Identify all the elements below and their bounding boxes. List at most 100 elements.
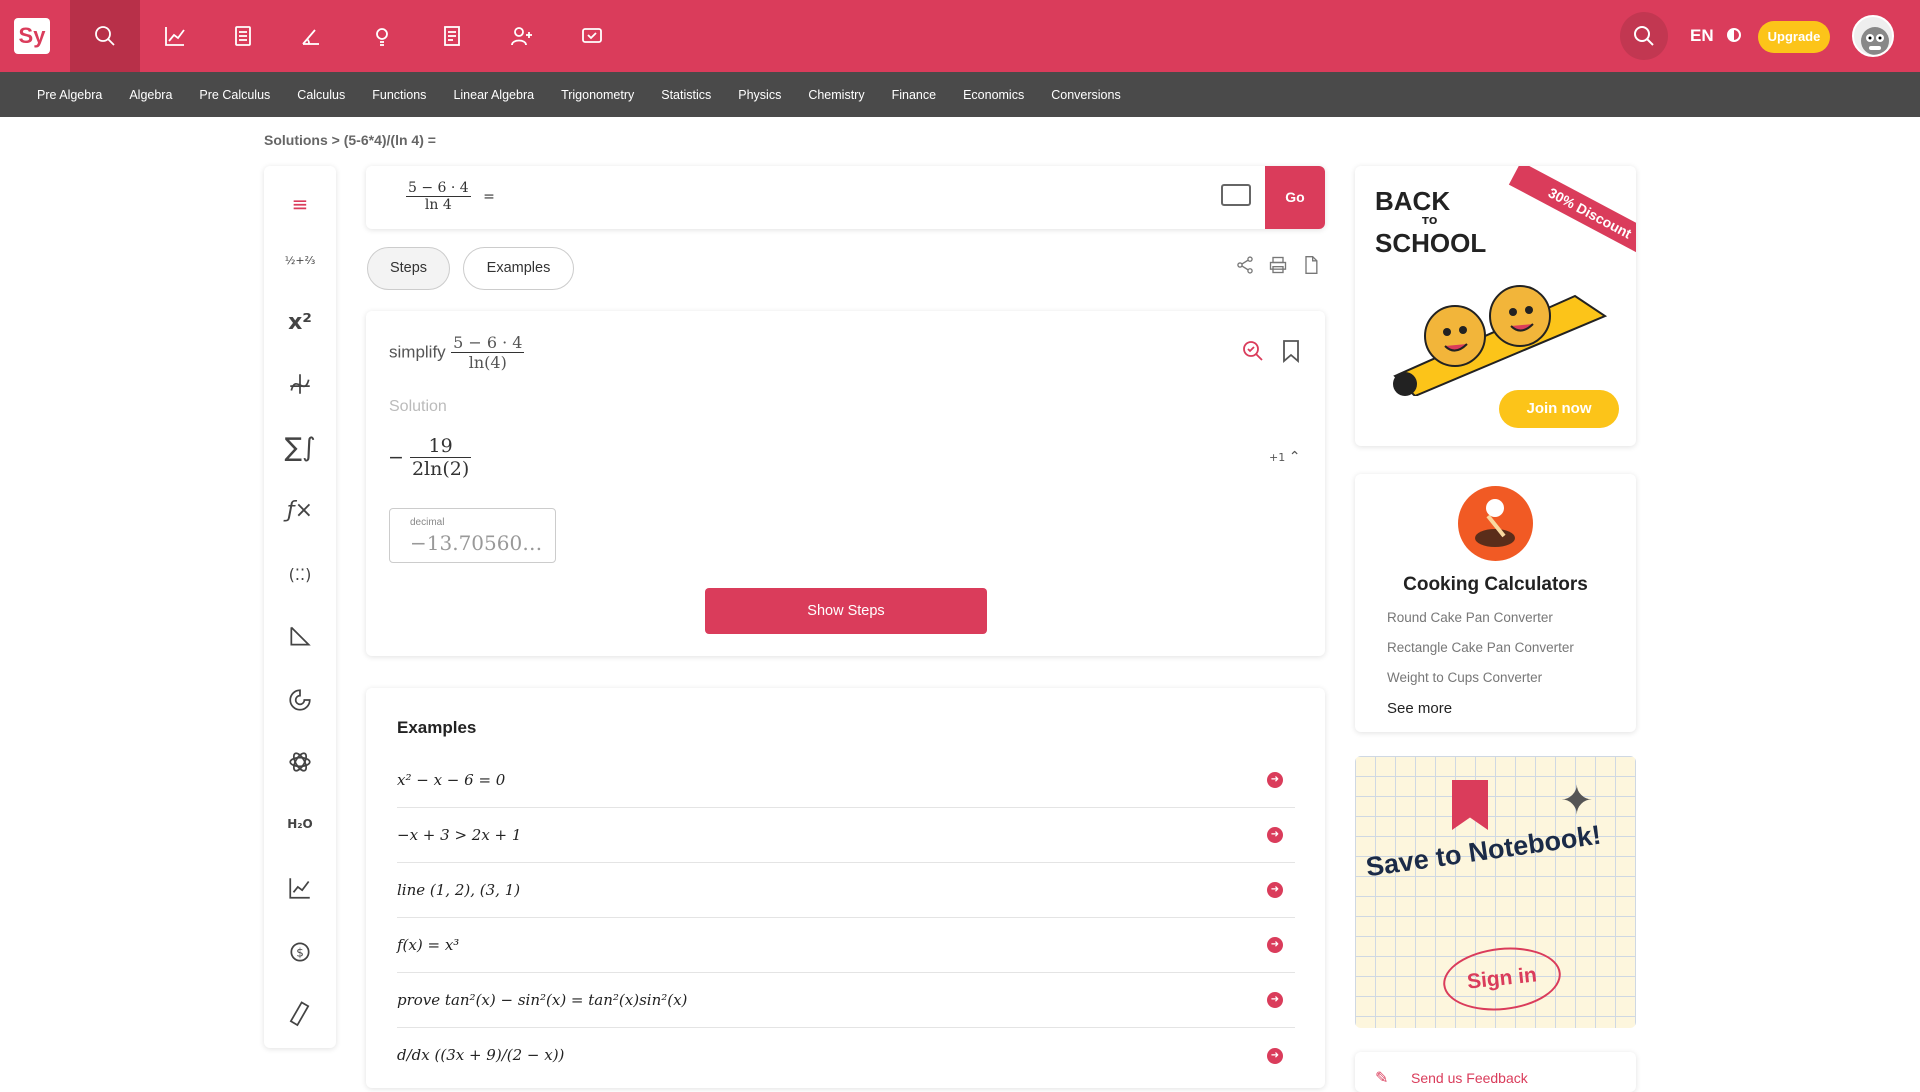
practice-icon[interactable]	[557, 0, 627, 72]
bookmark-icon	[1452, 780, 1488, 830]
subnav-item[interactable]: Trigonometry	[561, 88, 634, 102]
cooking-link[interactable]: Weight to Cups Converter	[1387, 670, 1542, 685]
solution-answer: − 19 2ln(2)	[388, 435, 472, 480]
statistics-icon[interactable]	[264, 680, 336, 720]
input-expression[interactable]: 5 − 6 · 4 ln 4 =	[406, 180, 495, 213]
physics-icon[interactable]	[264, 742, 336, 782]
print-icon[interactable]	[1268, 255, 1288, 275]
ad-heading-school: SCHOOL	[1375, 228, 1487, 258]
arrow-right-icon: ➜	[1267, 827, 1283, 843]
example-row[interactable]: −x + 3 > 2x + 1 ➜	[397, 808, 1295, 863]
search-icon[interactable]	[70, 0, 140, 72]
join-now-button[interactable]: Join now	[1499, 390, 1619, 428]
subnav-item[interactable]: Algebra	[129, 88, 172, 102]
input-numerator: 5 − 6 · 4	[406, 180, 471, 197]
chemistry-icon[interactable]: H₂O	[264, 804, 336, 844]
see-more-link[interactable]: See more	[1387, 700, 1452, 717]
avatar[interactable]	[1852, 15, 1894, 57]
pencil-characters-illustration	[1393, 285, 1608, 396]
global-search-button[interactable]	[1620, 12, 1668, 60]
keyboard-icon[interactable]	[1221, 184, 1251, 206]
example-row[interactable]: prove tan²(x) − sin²(x) = tan²(x)sin²(x)…	[397, 973, 1295, 1028]
geometry-icon[interactable]	[276, 0, 346, 72]
trigonometry-icon[interactable]	[264, 616, 336, 656]
answer-numerator: 19	[409, 435, 472, 458]
example-expression: prove tan²(x) − sin²(x) = tan²(x)sin²(x)	[397, 991, 688, 1009]
sign-in-button[interactable]: Sign in	[1440, 942, 1564, 1016]
math-input[interactable]: 5 − 6 · 4 ln 4 =	[366, 166, 1325, 229]
upgrade-button[interactable]: Upgrade	[1758, 21, 1830, 53]
cooking-link[interactable]: Round Cake Pan Converter	[1387, 610, 1553, 625]
decimal-result: decimal −13.70560…	[389, 508, 556, 563]
cooking-link[interactable]: Rectangle Cake Pan Converter	[1387, 640, 1574, 655]
arrow-right-icon: ➜	[1267, 937, 1283, 953]
example-row[interactable]: x² − x − 6 = 0 ➜	[397, 753, 1295, 808]
graph-icon[interactable]	[140, 0, 210, 72]
problem-denominator: ln(4)	[468, 353, 507, 372]
logo[interactable]: Sy	[14, 18, 50, 54]
tools-sidebar: ≡ ½+⅔ x² ∑∫ ƒ× (⁚⁚) H₂O $	[264, 166, 336, 1048]
solution-label: Solution	[389, 398, 447, 415]
chart-icon[interactable]	[264, 868, 336, 908]
subnav-item[interactable]: Economics	[963, 88, 1024, 102]
search-icon	[1634, 26, 1654, 46]
bookmark-icon[interactable]	[1281, 339, 1301, 363]
feedback-card[interactable]: ✎ Send us Feedback	[1355, 1052, 1636, 1092]
user-group-icon[interactable]	[487, 0, 557, 72]
calculator-icon[interactable]	[208, 0, 278, 72]
examples-title: Examples	[397, 718, 477, 737]
answer-denominator: 2ln(2)	[411, 458, 470, 480]
feedback-icon: ✎	[1375, 1068, 1389, 1087]
subnav-item[interactable]: Physics	[738, 88, 781, 102]
share-icon[interactable]	[1235, 255, 1255, 275]
verify-icon[interactable]	[1241, 339, 1265, 363]
arrow-right-icon: ➜	[1267, 772, 1283, 788]
svg-text:$: $	[296, 945, 304, 959]
subnav-item[interactable]: Functions	[372, 88, 426, 102]
discount-ribbon: 30% Discount	[1508, 166, 1636, 265]
tab-steps[interactable]: Steps	[367, 247, 450, 290]
contrast-toggle-icon[interactable]	[1727, 28, 1741, 42]
conversions-icon[interactable]	[264, 994, 336, 1034]
notebook-icon[interactable]	[417, 0, 487, 72]
pdf-icon[interactable]	[1301, 255, 1321, 275]
matrix-icon[interactable]: (⁚⁚)	[264, 554, 336, 594]
show-steps-button[interactable]: Show Steps	[705, 588, 987, 634]
menu-icon[interactable]: ≡	[264, 184, 336, 224]
fractions-icon[interactable]: ½+⅔	[264, 240, 336, 280]
save-to-notebook-ad[interactable]: ✦ Save to Notebook! Sign in	[1355, 756, 1636, 1028]
example-expression: −x + 3 > 2x + 1	[397, 826, 522, 844]
example-row[interactable]: f(x) = x³ ➜	[397, 918, 1295, 973]
answer-sign: −	[388, 446, 404, 469]
subnav-item[interactable]: Statistics	[661, 88, 711, 102]
subnav-item[interactable]: Calculus	[297, 88, 345, 102]
example-row[interactable]: d/dx ((3x + 9)/(2 − x)) ➜	[397, 1028, 1295, 1083]
input-equals: =	[483, 188, 495, 205]
breadcrumb[interactable]: Solutions > (5-6*4)/(ln 4) =	[264, 132, 436, 148]
subnav-item[interactable]: Chemistry	[808, 88, 864, 102]
decimal-label: decimal	[410, 517, 445, 528]
arrow-right-icon: ➜	[1267, 882, 1283, 898]
subnav-item[interactable]: Linear Algebra	[453, 88, 534, 102]
solution-card: simplify 5 − 6 · 4 ln(4) Solution − 19 2ln…	[366, 311, 1325, 656]
function-icon[interactable]: ƒ×	[264, 490, 336, 530]
simplify-label: simplify	[389, 342, 446, 362]
tab-examples[interactable]: Examples	[463, 247, 574, 290]
subnav-item[interactable]: Finance	[892, 88, 936, 102]
finance-icon[interactable]: $	[264, 932, 336, 972]
sum-integral-icon[interactable]: ∑∫	[264, 428, 336, 468]
lightbulb-icon[interactable]	[347, 0, 417, 72]
function-graph-icon[interactable]	[264, 364, 336, 404]
alternate-forms-toggle[interactable]: +1 ⌃	[1269, 449, 1300, 465]
exponent-icon[interactable]: x²	[264, 302, 336, 342]
subnav-item[interactable]: Conversions	[1051, 88, 1120, 102]
subnav-item[interactable]: Pre Algebra	[37, 88, 102, 102]
example-expression: f(x) = x³	[397, 936, 460, 954]
back-to-school-ad[interactable]: BACK TO SCHOOL 30% Discount Join now	[1355, 166, 1636, 446]
example-row[interactable]: line (1, 2), (3, 1) ➜	[397, 863, 1295, 918]
example-expression: x² − x − 6 = 0	[397, 771, 506, 789]
go-button[interactable]: Go	[1265, 166, 1325, 229]
subnav-item[interactable]: Pre Calculus	[199, 88, 270, 102]
example-expression: line (1, 2), (3, 1)	[397, 881, 521, 899]
language-selector[interactable]: EN	[1690, 26, 1714, 46]
